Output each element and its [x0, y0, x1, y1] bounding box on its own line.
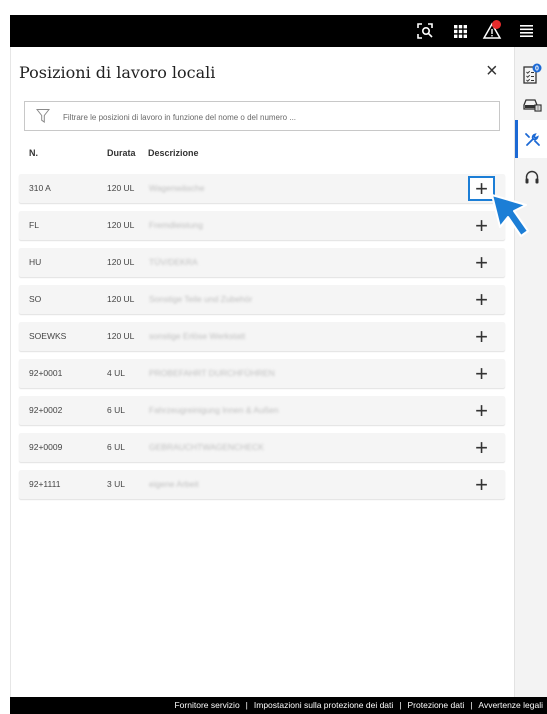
table-row[interactable]: 310 A 120 UL Wagenwäsche +	[19, 174, 505, 203]
rail-item-support[interactable]	[515, 159, 547, 197]
row-duration: 120 UL	[107, 220, 135, 230]
rail-item-tools[interactable]	[515, 120, 547, 158]
row-number: SO	[29, 294, 42, 304]
row-description: eigene Arbeit	[149, 479, 199, 489]
table-row[interactable]: 92+0009 6 UL GEBRAUCHTWAGENCHECK +	[19, 433, 505, 462]
car-icon	[522, 99, 542, 112]
menu-icon[interactable]	[516, 15, 536, 47]
tools-icon	[525, 133, 540, 146]
row-duration: 6 UL	[107, 405, 125, 415]
row-duration: 120 UL	[107, 183, 135, 193]
row-description: Wagenwäsche	[149, 183, 205, 193]
row-description: Fremdleistung	[149, 220, 203, 230]
footer-link-privacy-settings[interactable]: Impostazioni sulla protezione dei dati	[254, 700, 393, 710]
row-description: GEBRAUCHTWAGENCHECK	[149, 442, 264, 452]
work-positions-panel: Posizioni di lavoro locali × N. Durata D…	[10, 47, 514, 697]
row-number: 92+0002	[29, 405, 63, 415]
footer-link-data-protection[interactable]: Protezione dati	[408, 700, 465, 710]
filter-icon	[35, 108, 51, 129]
row-duration: 6 UL	[107, 442, 125, 452]
add-position-button[interactable]: +	[468, 361, 495, 386]
top-bar	[10, 15, 547, 47]
scan-icon[interactable]	[414, 15, 436, 47]
column-header-number[interactable]: N.	[29, 148, 38, 158]
cursor-arrow-icon	[490, 193, 532, 244]
table-row[interactable]: FL 120 UL Fremdleistung +	[19, 211, 505, 240]
row-number: FL	[29, 220, 39, 230]
footer-link-legal-notices[interactable]: Avvertenze legali	[478, 700, 543, 710]
footer-link-service-provider[interactable]: Fornitore servizio	[174, 700, 239, 710]
column-header-description[interactable]: Descrizione	[148, 148, 199, 158]
rail-item-vehicle[interactable]	[515, 85, 547, 123]
work-position-list: 310 A 120 UL Wagenwäsche + FL 120 UL Fre…	[19, 174, 505, 507]
page-title: Posizioni di lavoro locali	[19, 63, 216, 82]
table-row[interactable]: 92+1111 3 UL eigene Arbeit +	[19, 470, 505, 499]
checklist-icon: 0	[522, 63, 541, 84]
row-description: PROBEFAHRT DURCHFÜHREN	[149, 368, 275, 378]
row-number: HU	[29, 257, 42, 267]
footer: Fornitore servizio | Impostazioni sulla pr…	[10, 697, 547, 714]
column-header-duration[interactable]: Durata	[107, 148, 136, 158]
footer-separator: |	[470, 700, 473, 710]
row-duration: 120 UL	[107, 257, 135, 267]
table-row[interactable]: SOEWKS 120 UL sonstige Erlöse Werkstatt …	[19, 322, 505, 351]
row-number: SOEWKS	[29, 331, 67, 341]
row-duration: 4 UL	[107, 368, 125, 378]
headset-icon	[525, 170, 538, 184]
table-header: N. Durata Descrizione	[19, 148, 505, 162]
row-duration: 120 UL	[107, 331, 135, 341]
row-number: 310 A	[29, 183, 51, 193]
row-number: 92+1111	[29, 479, 61, 489]
table-row[interactable]: 92+0001 4 UL PROBEFAHRT DURCHFÜHREN +	[19, 359, 505, 388]
close-icon[interactable]: ×	[486, 61, 498, 81]
table-row[interactable]: SO 120 UL Sonstige Teile und Zubehör +	[19, 285, 505, 314]
table-row[interactable]: 92+0002 6 UL Fahrzeugreinigung Innen & A…	[19, 396, 505, 425]
side-rail: 0	[514, 47, 547, 697]
add-position-button[interactable]: +	[468, 472, 495, 497]
row-description: Sonstige Teile und Zubehör	[149, 294, 253, 304]
row-description: sonstige Erlöse Werkstatt	[149, 331, 246, 341]
row-description: TÜV/DEKRA	[149, 257, 198, 267]
add-position-button[interactable]: +	[468, 324, 495, 349]
add-position-button[interactable]: +	[468, 435, 495, 460]
footer-separator: |	[399, 700, 402, 710]
row-number: 92+0009	[29, 442, 63, 452]
row-description: Fahrzeugreinigung Innen & Außen	[149, 405, 279, 415]
notification-dot	[492, 20, 501, 29]
add-position-button[interactable]: +	[468, 398, 495, 423]
alert-icon[interactable]	[480, 15, 504, 47]
table-row[interactable]: HU 120 UL TÜV/DEKRA +	[19, 248, 505, 277]
row-duration: 120 UL	[107, 294, 135, 304]
grid-icon[interactable]	[450, 15, 470, 47]
filter-field[interactable]	[24, 101, 500, 131]
filter-input[interactable]	[63, 108, 483, 126]
rail-badge: 0	[535, 66, 539, 73]
add-position-button[interactable]: +	[468, 250, 495, 275]
row-duration: 3 UL	[107, 479, 125, 489]
footer-separator: |	[245, 700, 248, 710]
add-position-button[interactable]: +	[468, 287, 495, 312]
row-number: 92+0001	[29, 368, 63, 378]
